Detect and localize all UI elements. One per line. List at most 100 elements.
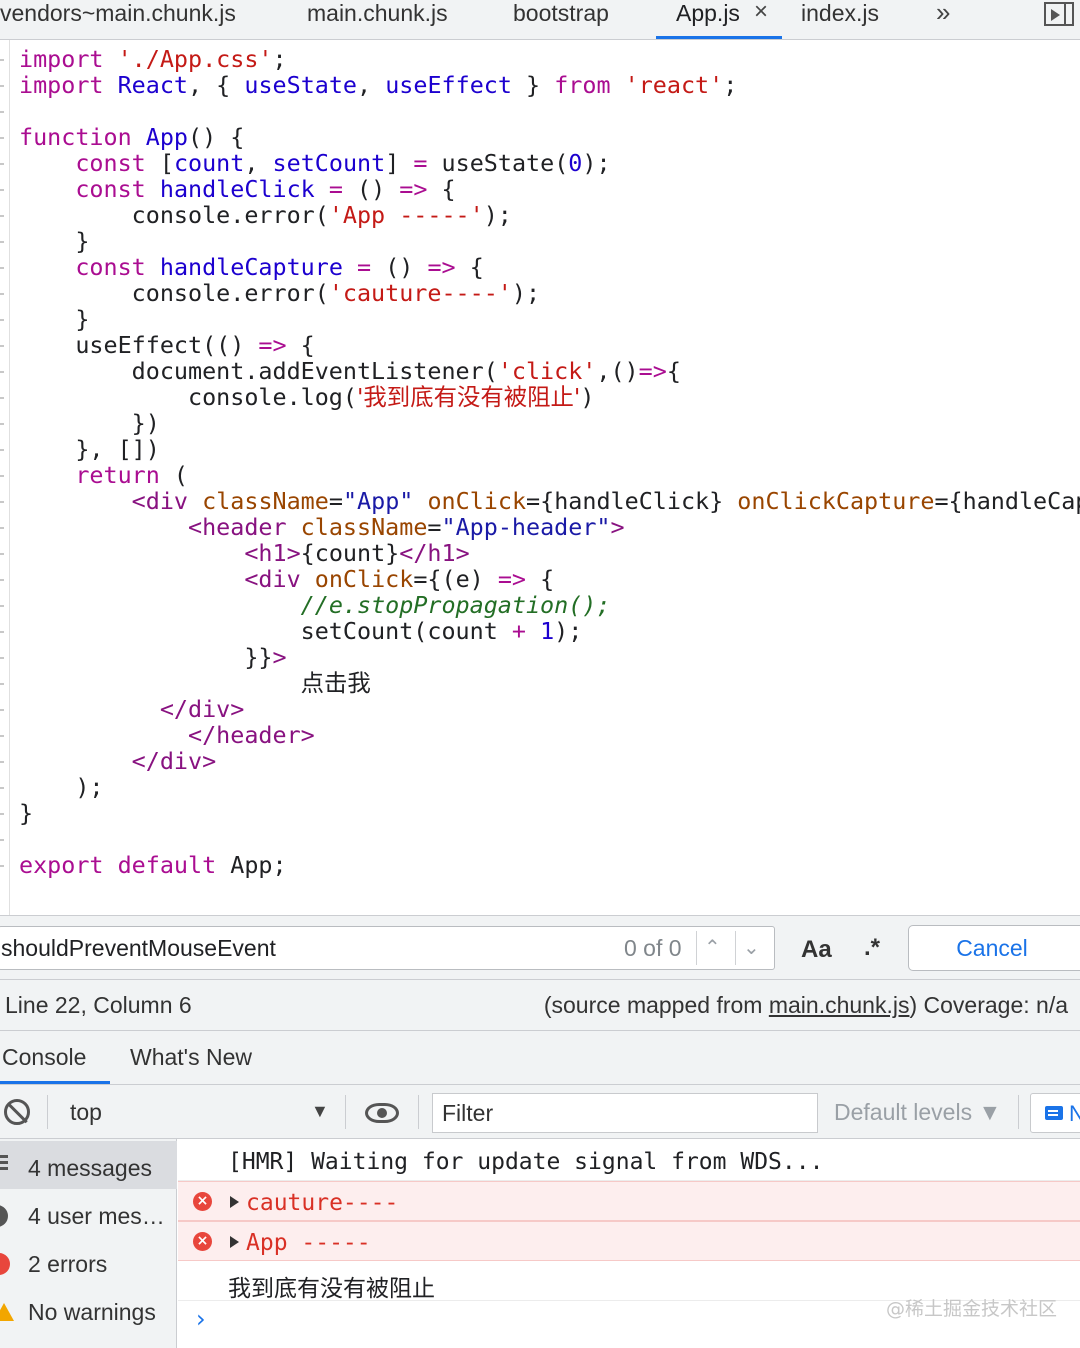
more-tabs-icon[interactable]: » (936, 0, 950, 25)
code-line[interactable]: const handleClick = () => { (19, 176, 1080, 202)
tab-console[interactable]: Console (2, 1044, 86, 1071)
code-line[interactable] (19, 98, 1080, 124)
regex-toggle[interactable]: .* (864, 934, 880, 962)
code-line[interactable]: export default App; (19, 852, 1080, 878)
code-token: }) (19, 409, 160, 437)
tab-app-js[interactable]: App.js (676, 0, 740, 39)
message-text: App ----- (246, 1230, 371, 1256)
code-line[interactable]: }}> (19, 644, 1080, 670)
chevron-down-icon[interactable]: ▼ (311, 1101, 329, 1122)
gutter-marker (0, 397, 4, 399)
code-line[interactable]: import React, { useState, useEffect } fr… (19, 72, 1080, 98)
code-line[interactable]: document.addEventListener('click',()=>{ (19, 358, 1080, 384)
code-token: { (526, 565, 555, 593)
code-line[interactable]: import './App.css'; (19, 46, 1080, 72)
sidebar-item-messages[interactable]: 4 messages (0, 1141, 177, 1189)
code-token: , (244, 149, 273, 177)
code-line[interactable]: </div> (19, 748, 1080, 774)
code-line[interactable]: <div className="App" onClick={handleClic… (19, 488, 1080, 514)
tab-whats-new[interactable]: What's New (130, 1044, 252, 1071)
code-token: "App" (342, 487, 414, 515)
issues-badge-button[interactable]: N (1030, 1093, 1080, 1133)
code-token: console.log( (19, 383, 357, 411)
code-content[interactable]: import './App.css'; import React, { useSt… (19, 46, 1080, 878)
code-line[interactable]: }, []) (19, 436, 1080, 462)
tab-main-chunk[interactable]: main.chunk.js (307, 0, 448, 39)
code-token: </header> (188, 721, 315, 749)
gutter-marker (0, 449, 4, 451)
code-token: console.error( (19, 279, 329, 307)
log-levels-dropdown[interactable]: Default levels ▼ (834, 1099, 1001, 1126)
code-line[interactable]: const handleCapture = () => { (19, 254, 1080, 280)
context-selector[interactable]: top (70, 1099, 102, 1126)
code-line[interactable]: <div onClick={(e) => { (19, 566, 1080, 592)
code-line[interactable]: }) (19, 410, 1080, 436)
sidebar-item-errors[interactable]: 2 errors (0, 1237, 177, 1285)
expand-arrow-icon[interactable] (230, 1196, 239, 1208)
code-token: React (117, 71, 189, 99)
code-editor[interactable]: import './App.css'; import React, { useSt… (0, 40, 1080, 915)
console-message-error[interactable]: × App ----- (178, 1221, 1080, 1261)
user-icon (0, 1205, 8, 1227)
cancel-button[interactable]: Cancel (908, 925, 1080, 971)
code-token: './App.css' (117, 45, 273, 73)
code-line[interactable]: console.log('我到底有没有被阻止') (19, 384, 1080, 410)
code-line[interactable]: <header className="App-header"> (19, 514, 1080, 540)
code-line[interactable]: ); (19, 774, 1080, 800)
tab-index-js[interactable]: index.js (801, 0, 879, 39)
message-text: 我到底有没有被阻止 (228, 1276, 435, 1302)
toggle-debugger-panel-icon[interactable] (1044, 2, 1074, 26)
source-link[interactable]: main.chunk.js (769, 992, 910, 1018)
code-token: 'App -----' (328, 201, 484, 229)
code-line[interactable]: <h1>{count}</h1> (19, 540, 1080, 566)
search-next-icon[interactable]: ⌄ (743, 935, 760, 960)
source-map-info: (source mapped from main.chunk.js) Cover… (544, 992, 1068, 1019)
close-tab-icon[interactable]: × (754, 0, 768, 24)
code-token: return (75, 461, 160, 489)
code-token: { (455, 253, 484, 281)
live-expression-eye-icon[interactable] (365, 1103, 399, 1123)
code-line[interactable]: setCount(count + 1); (19, 618, 1080, 644)
code-token: 点击我 (300, 669, 371, 697)
code-token: handleClick (159, 175, 315, 203)
code-line[interactable]: } (19, 800, 1080, 826)
code-line[interactable]: 点击我 (19, 670, 1080, 696)
code-line[interactable]: console.error('cauture----'); (19, 280, 1080, 306)
divider (1018, 1095, 1019, 1129)
sidebar-item-user-messages[interactable]: 4 user mes… (0, 1189, 177, 1237)
console-sidebar: 4 messages 4 user mes… 2 errors No warni… (0, 1139, 177, 1348)
code-line[interactable]: </header> (19, 722, 1080, 748)
code-token: } (511, 71, 555, 99)
match-case-toggle[interactable]: Aa (801, 936, 832, 964)
gutter-marker (0, 865, 4, 867)
console-prompt-icon[interactable]: › (196, 1305, 206, 1333)
code-line[interactable]: const [count, setCount] = useState(0); (19, 150, 1080, 176)
code-line[interactable]: } (19, 306, 1080, 332)
code-line[interactable]: //e.stopPropagation(); (19, 592, 1080, 618)
expand-arrow-icon[interactable] (230, 1236, 239, 1248)
sidebar-item-warnings[interactable]: No warnings (0, 1285, 177, 1333)
code-line[interactable]: console.error('App -----'); (19, 202, 1080, 228)
code-token: ( (159, 461, 189, 489)
filter-input[interactable] (432, 1093, 818, 1133)
tab-vendors-main-chunk[interactable]: vendors~main.chunk.js (0, 0, 236, 39)
code-line[interactable]: </div> (19, 696, 1080, 722)
console-message-log[interactable]: [HMR] Waiting for update signal from WDS… (178, 1141, 1080, 1181)
code-line[interactable]: } (19, 228, 1080, 254)
tab-bootstrap[interactable]: bootstrap (513, 0, 609, 39)
console-message-error[interactable]: × cauture---- (178, 1181, 1080, 1221)
code-line[interactable]: useEffect(() => { (19, 332, 1080, 358)
code-line[interactable] (19, 826, 1080, 852)
code-token: ); (511, 279, 541, 307)
clear-console-icon[interactable] (4, 1099, 30, 1125)
code-line[interactable]: function App() { (19, 124, 1080, 150)
code-token: => (497, 565, 527, 593)
search-previous-icon[interactable]: ⌃ (704, 935, 721, 960)
code-line[interactable]: return ( (19, 462, 1080, 488)
divider (696, 931, 697, 965)
search-input[interactable]: shouldPreventMouseEvent 0 of 0 ⌃ ⌄ (0, 926, 775, 970)
